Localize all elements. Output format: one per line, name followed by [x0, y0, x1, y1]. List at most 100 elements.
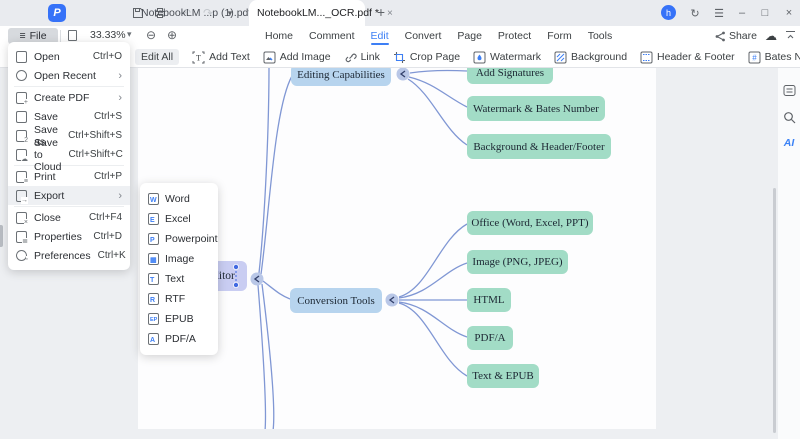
menu-protect[interactable]: Protect	[498, 27, 531, 45]
menu-comment[interactable]: Comment	[309, 27, 355, 45]
divider	[14, 165, 124, 166]
tab-notebooklm-1[interactable]: NotebookLM ...p (1).pdf *	[133, 0, 266, 26]
add-text-label: Add Text	[209, 51, 250, 63]
mindmap-leaf-image[interactable]: Image (PNG, JPEG)	[467, 250, 568, 274]
background-button[interactable]: Background	[554, 51, 627, 64]
tab-notebooklm-ocr[interactable]: NotebookLM..._OCR.pdf * ×	[249, 0, 393, 26]
text-icon: T	[148, 273, 159, 285]
menu-item-open[interactable]: Open Ctrl+O	[8, 47, 130, 66]
search-icon[interactable]	[782, 110, 796, 124]
add-image-label: Add Image	[279, 51, 331, 63]
zoom-in-button[interactable]: ⊕	[167, 28, 177, 42]
mindmap-leaf-pdfa[interactable]: PDF/A	[467, 326, 513, 350]
bates-number-icon: #	[748, 51, 761, 64]
divider	[14, 206, 124, 207]
mindmap-branch-editing-capabilities[interactable]: Editing Capabilities	[291, 68, 391, 86]
submenu-label: RTF	[165, 293, 186, 305]
app-menu-icon[interactable]: ☰	[708, 0, 730, 26]
zoom-level[interactable]: 33.33%	[90, 29, 126, 41]
minimize-button[interactable]: –	[731, 0, 753, 26]
menu-item-save-to-cloud[interactable]: ☁ Save to Cloud Ctrl+Shift+C	[8, 137, 130, 173]
bates-number-button[interactable]: # Bates Number	[748, 51, 800, 64]
page-size-icon[interactable]	[68, 30, 77, 41]
add-image-button[interactable]: Add Image	[263, 51, 331, 64]
edit-all-button[interactable]: Edit All	[135, 49, 180, 65]
sync-icon[interactable]: ↻	[684, 0, 706, 26]
menu-item-properties[interactable]: ≣ Properties Ctrl+D	[8, 227, 130, 246]
ai-label: AI	[783, 137, 795, 149]
submenu-item-rtf[interactable]: R RTF	[140, 289, 218, 309]
menu-label: Open Recent	[34, 69, 96, 82]
crop-page-button[interactable]: Crop Page	[393, 51, 460, 64]
app-logo[interactable]: P	[48, 4, 66, 22]
mindmap-leaf-background-header[interactable]: Background & Header/Footer	[467, 134, 611, 159]
submenu-arrow-icon: ›	[118, 69, 122, 82]
menu-convert[interactable]: Convert	[405, 27, 442, 45]
menu-item-print[interactable]: ≡ Print Ctrl+P	[8, 167, 130, 186]
zoom-out-button[interactable]: ⊖	[146, 28, 156, 42]
header-footer-icon	[640, 51, 653, 64]
add-text-button[interactable]: T Add Text	[192, 51, 250, 64]
header-footer-button[interactable]: Header & Footer	[640, 51, 735, 64]
ai-assistant-icon[interactable]: AI	[782, 136, 796, 150]
mindmap-leaf-add-signatures[interactable]: Add Signatures	[467, 68, 553, 84]
shortcut: Ctrl+P	[93, 171, 122, 182]
menu-item-close[interactable]: × Close Ctrl+F4	[8, 208, 130, 227]
shortcut: Ctrl+Shift+S	[68, 130, 122, 141]
menu-label: Open	[34, 50, 60, 63]
rtf-icon: R	[148, 293, 159, 305]
menu-page[interactable]: Page	[457, 27, 482, 45]
main-menu: Home Comment Edit Convert Page Protect F…	[265, 26, 612, 46]
user-avatar[interactable]: h	[661, 5, 676, 20]
submenu-item-text[interactable]: T Text	[140, 269, 218, 289]
menu-item-preferences[interactable]: ◦ Preferences Ctrl+K	[8, 246, 130, 265]
menu-label: Create PDF	[34, 91, 90, 104]
share-icon	[715, 31, 725, 41]
share-button[interactable]: Share	[715, 30, 757, 42]
link-button[interactable]: Link	[344, 51, 380, 64]
mindmap-leaf-html[interactable]: HTML	[467, 288, 511, 312]
epub-icon: EP	[148, 313, 159, 325]
file-menu-label: File	[29, 30, 47, 42]
add-image-icon	[263, 51, 276, 64]
maximize-button[interactable]: □	[754, 0, 776, 26]
menu-item-save[interactable]: Save Ctrl+S	[8, 107, 130, 126]
mindmap-leaf-watermark-bates[interactable]: Watermark & Bates Number	[467, 96, 605, 121]
collapse-toolbar-icon[interactable]	[785, 30, 796, 43]
shortcut: Ctrl+S	[93, 111, 122, 122]
menu-form[interactable]: Form	[547, 27, 572, 45]
mindmap-leaf-office[interactable]: Office (Word, Excel, PPT)	[467, 211, 593, 235]
cloud-icon[interactable]: ☁	[765, 29, 777, 43]
menu-item-save-as[interactable]: 2 Save as Ctrl+Shift+S	[8, 124, 130, 148]
menu-item-create-pdf[interactable]: + Create PDF ›	[8, 88, 130, 107]
menu-edit[interactable]: Edit	[370, 27, 389, 45]
file-menu-dropdown: Open Ctrl+O Open Recent › + Create PDF ›…	[8, 42, 130, 270]
submenu-item-pdfa[interactable]: A PDF/A	[140, 329, 218, 349]
submenu-item-powerpoint[interactable]: P Powerpoint	[140, 229, 218, 249]
properties-panel-icon[interactable]	[782, 83, 796, 97]
add-text-icon: T	[192, 51, 205, 64]
submenu-item-word[interactable]: W Word	[140, 189, 218, 209]
submenu-item-excel[interactable]: E Excel	[140, 209, 218, 229]
menu-item-export[interactable]: → Export ›	[8, 186, 130, 205]
menu-tools[interactable]: Tools	[588, 27, 613, 45]
submenu-item-epub[interactable]: EP EPUB	[140, 309, 218, 329]
tab-label: NotebookLM ...p (1).pdf *	[141, 7, 259, 19]
new-tab-button[interactable]: +	[372, 4, 390, 22]
zoom-caret-icon[interactable]: ▾	[127, 29, 132, 40]
divider	[60, 30, 61, 42]
menu-home[interactable]: Home	[265, 27, 293, 45]
watermark-button[interactable]: Watermark	[473, 51, 541, 64]
vertical-scrollbar[interactable]	[773, 188, 776, 433]
submenu-item-image[interactable]: ▦ Image	[140, 249, 218, 269]
mindmap-leaf-text-epub[interactable]: Text & EPUB	[467, 364, 539, 388]
left-panel-handle[interactable]	[0, 225, 3, 247]
menu-label: Save	[34, 110, 58, 123]
mindmap-branch-conversion-tools[interactable]: Conversion Tools	[290, 288, 382, 313]
menu-item-open-recent[interactable]: Open Recent ›	[8, 66, 130, 85]
image-icon: ▦	[148, 253, 159, 265]
menu-label: Print	[34, 170, 56, 183]
submenu-label: PDF/A	[165, 333, 196, 345]
menu-label: Export	[34, 189, 65, 202]
close-button[interactable]: ×	[778, 0, 800, 26]
